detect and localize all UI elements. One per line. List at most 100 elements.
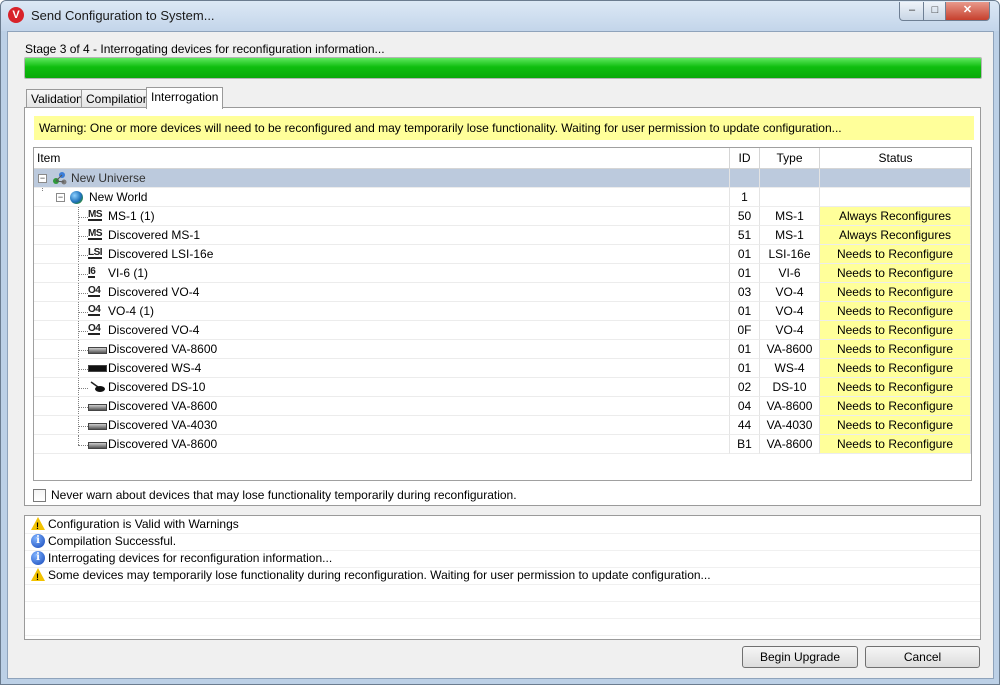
- table-row[interactable]: Discovered DS-10 02 DS-10 Needs to Reconfig…: [34, 378, 971, 397]
- tree-connector: [42, 188, 43, 191]
- type-cell: LSI-16e: [760, 245, 820, 264]
- never-warn-label[interactable]: Never warn about devices that may lose f…: [51, 488, 517, 502]
- log-message: Interrogating devices for reconfiguratio…: [48, 551, 333, 565]
- table-row[interactable]: Discovered VA-4030 44 VA-4030 Needs to Reco…: [34, 416, 971, 435]
- table-row[interactable]: − New World 1: [34, 188, 971, 207]
- type-cell: VO-4: [760, 321, 820, 340]
- table-row[interactable]: O4 VO-4 (1) 01 VO-4 Needs to Reconfigure: [34, 302, 971, 321]
- tree-connector: [78, 435, 79, 445]
- dialog-window: V Send Configuration to System... – □ ✕ …: [0, 0, 1000, 685]
- item-label: New World: [89, 190, 148, 204]
- log-row: i Interrogating devices for reconfigurati…: [25, 550, 980, 568]
- tree-connector: [78, 312, 88, 313]
- table-row[interactable]: Discovered WS-4 01 WS-4 Needs to Reconfigur…: [34, 359, 971, 378]
- dialog-client-area: Stage 3 of 4 - Interrogating devices for…: [7, 31, 994, 679]
- tree-connector: [78, 236, 88, 237]
- item-cell: Discovered VA-8600: [34, 435, 730, 454]
- type-cell: VO-4: [760, 302, 820, 321]
- vo-device-icon: O4: [88, 323, 101, 335]
- status-cell: Always Reconfigures: [820, 207, 971, 226]
- item-cell: LSI Discovered LSI-16e: [34, 245, 730, 264]
- table-row[interactable]: Discovered VA-8600 01 VA-8600 Needs to Reco…: [34, 340, 971, 359]
- column-header-type[interactable]: Type: [760, 148, 820, 168]
- id-cell: 51: [730, 226, 760, 245]
- column-header-status[interactable]: Status: [820, 148, 971, 168]
- tree-connector: [78, 217, 88, 218]
- globe-icon: [70, 191, 83, 204]
- item-cell: Discovered VA-4030: [34, 416, 730, 435]
- column-header-item[interactable]: Item: [34, 148, 730, 168]
- status-cell: Needs to Reconfigure: [820, 321, 971, 340]
- item-label: Discovered VO-4: [108, 323, 200, 337]
- id-cell: 01: [730, 340, 760, 359]
- item-cell: MS Discovered MS-1: [34, 226, 730, 245]
- id-cell: 1: [730, 188, 760, 207]
- status-cell: Needs to Reconfigure: [820, 245, 971, 264]
- item-label: Discovered VA-8600: [108, 399, 218, 413]
- app-logo-icon: V: [8, 7, 24, 23]
- tree-connector: [78, 369, 88, 370]
- progress-bar: [24, 57, 982, 79]
- table-row[interactable]: O4 Discovered VO-4 03 VO-4 Needs to Reconfig…: [34, 283, 971, 302]
- item-cell: Discovered VA-8600: [34, 397, 730, 416]
- item-label: Discovered VA-8600: [108, 437, 218, 451]
- maximize-button[interactable]: □: [923, 2, 947, 21]
- log-message: Compilation Successful.: [48, 534, 177, 548]
- log-row: [25, 584, 980, 602]
- column-header-id[interactable]: ID: [730, 148, 760, 168]
- device-grid[interactable]: Item ID Type Status − New Universe − New Wo…: [33, 147, 972, 481]
- status-cell: [820, 188, 971, 207]
- type-cell: MS-1: [760, 207, 820, 226]
- table-row[interactable]: Discovered VA-8600 04 VA-8600 Needs to Reco…: [34, 397, 971, 416]
- id-cell: 01: [730, 302, 760, 321]
- cancel-button[interactable]: Cancel: [865, 646, 980, 668]
- type-cell: [760, 169, 820, 188]
- tree-connector: [78, 407, 88, 408]
- table-row[interactable]: MS MS-1 (1) 50 MS-1 Always Reconfigures: [34, 207, 971, 226]
- lsi-device-icon: LSI: [88, 247, 103, 259]
- close-button[interactable]: ✕: [945, 2, 990, 21]
- item-label: Discovered LSI-16e: [108, 247, 214, 261]
- table-row[interactable]: MS Discovered MS-1 51 MS-1 Always Reconfigur…: [34, 226, 971, 245]
- item-label: VO-4 (1): [108, 304, 155, 318]
- item-cell: O4 VO-4 (1): [34, 302, 730, 321]
- never-warn-checkbox[interactable]: [33, 489, 46, 502]
- collapse-toggle-icon[interactable]: −: [56, 193, 65, 202]
- tab-validation[interactable]: Validation: [26, 89, 83, 108]
- universe-icon: [52, 171, 68, 185]
- item-cell: − New World: [34, 188, 730, 207]
- status-cell: [820, 169, 971, 188]
- info-icon: i: [31, 534, 45, 548]
- grid-header: Item ID Type Status: [34, 148, 971, 169]
- item-label: New Universe: [71, 171, 146, 185]
- log-row: ! Some devices may temporarily lose funct…: [25, 567, 980, 585]
- warning-banner: Warning: One or more devices will need t…: [34, 116, 974, 140]
- log-row: ! Configuration is Valid with Warnings: [25, 516, 980, 534]
- item-cell: O4 Discovered VO-4: [34, 283, 730, 302]
- table-row[interactable]: Discovered VA-8600 B1 VA-8600 Needs to Reco…: [34, 435, 971, 454]
- tree-connector: [78, 388, 88, 389]
- tab-compilation[interactable]: Compilation: [81, 89, 149, 108]
- minimize-button[interactable]: –: [899, 2, 925, 21]
- id-cell: 02: [730, 378, 760, 397]
- table-row[interactable]: − New Universe: [34, 169, 971, 188]
- tree-connector: [78, 350, 88, 351]
- status-cell: Needs to Reconfigure: [820, 302, 971, 321]
- collapse-toggle-icon[interactable]: −: [38, 174, 47, 183]
- table-row[interactable]: O4 Discovered VO-4 0F VO-4 Needs to Reconfig…: [34, 321, 971, 340]
- item-cell: Discovered WS-4: [34, 359, 730, 378]
- table-row[interactable]: LSI Discovered LSI-16e 01 LSI-16e Needs to R…: [34, 245, 971, 264]
- title-bar[interactable]: V Send Configuration to System... – □ ✕: [1, 1, 999, 31]
- log-row: [25, 601, 980, 619]
- begin-upgrade-button[interactable]: Begin Upgrade: [742, 646, 858, 668]
- amplifier-icon: [88, 442, 107, 449]
- status-cell: Needs to Reconfigure: [820, 378, 971, 397]
- amplifier-icon: [88, 404, 107, 411]
- id-cell: 04: [730, 397, 760, 416]
- id-cell: 50: [730, 207, 760, 226]
- item-label: MS-1 (1): [108, 209, 155, 223]
- tab-interrogation[interactable]: Interrogation: [146, 87, 223, 109]
- table-row[interactable]: I6 VI-6 (1) 01 VI-6 Needs to Reconfigure: [34, 264, 971, 283]
- type-cell: VA-8600: [760, 397, 820, 416]
- id-cell: [730, 169, 760, 188]
